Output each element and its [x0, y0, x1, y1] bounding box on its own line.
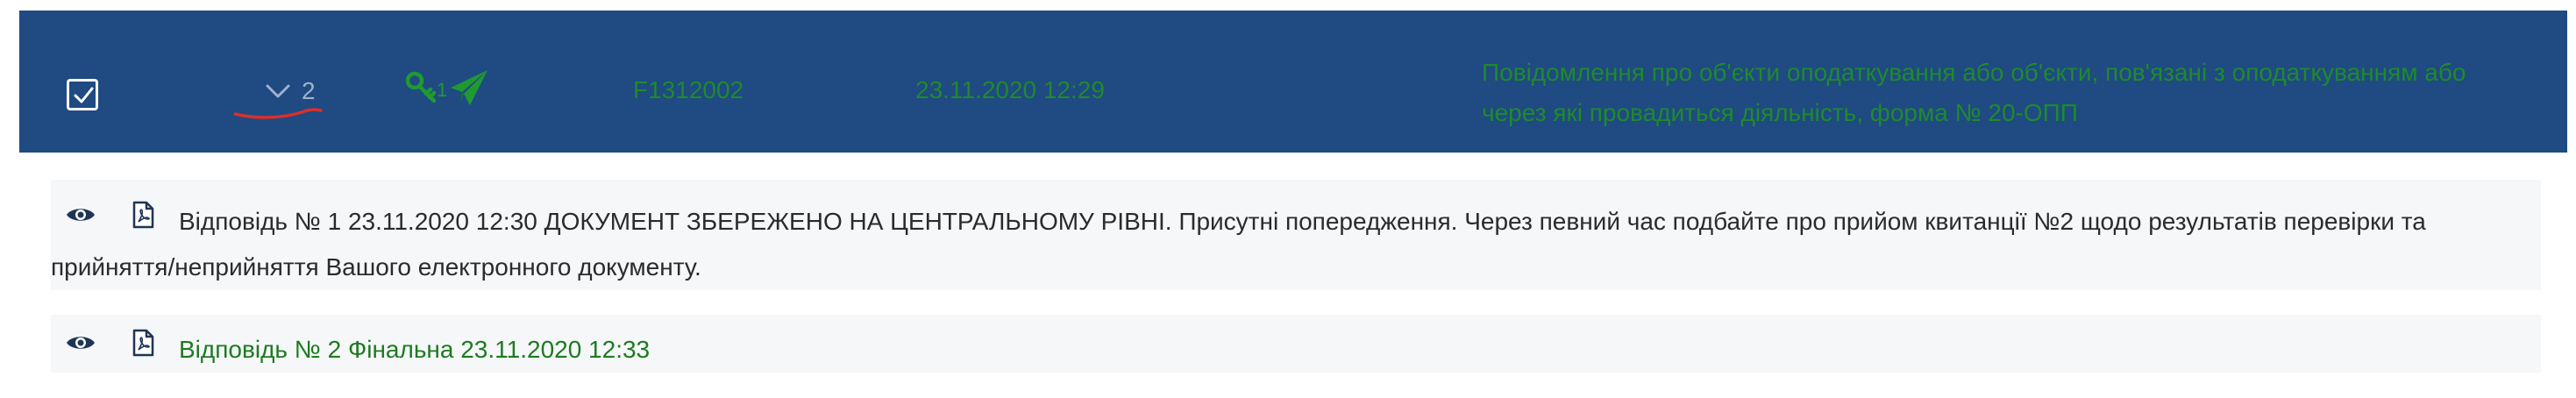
select-checkbox[interactable] [67, 79, 98, 110]
status-icons: 1 [405, 68, 489, 107]
pdf-file-icon[interactable] [132, 329, 154, 357]
reply-text-final[interactable]: Відповідь № 2 Фінальна 23.11.2020 12:33 [179, 327, 650, 373]
document-date: 23.11.2020 12:29 [915, 76, 1105, 103]
key-count: 1 [437, 79, 448, 101]
reply-item[interactable]: Відповідь № 1 23.11.2020 12:30 ДОКУМЕНТ … [51, 180, 2541, 290]
annotation-underline [233, 108, 323, 119]
reply-count: 2 [302, 77, 316, 104]
key-icon [405, 71, 437, 103]
chevron-down-icon [266, 84, 290, 98]
document-code: F1312002 [633, 76, 744, 103]
reply-item[interactable]: Відповідь № 2 Фінальна 23.11.2020 12:33 [51, 315, 2541, 373]
eye-icon[interactable] [65, 332, 96, 353]
reply-text: Відповідь № 1 23.11.2020 12:30 ДОКУМЕНТ … [51, 208, 2426, 281]
document-title: Повідомлення про об'єкти оподаткування а… [1482, 59, 2466, 126]
checkbox-checked-icon [74, 87, 94, 103]
document-row[interactable]: 2 1 F1312002 23.11.2020 12:29 Повідомлен… [19, 11, 2567, 153]
paper-plane-icon [451, 70, 488, 105]
